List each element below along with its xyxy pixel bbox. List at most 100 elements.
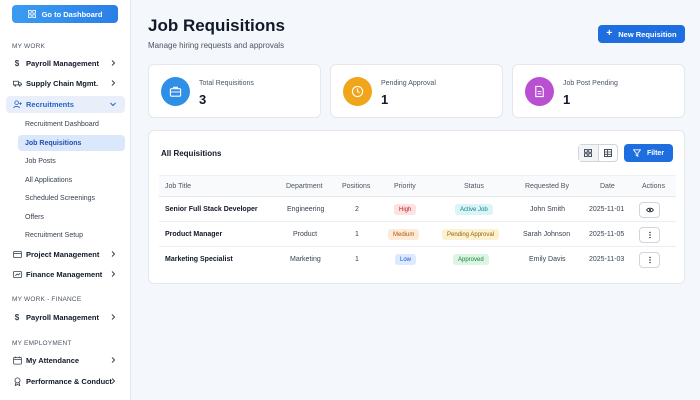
stat-card-total-requisitions: Total Requisitions 3 <box>148 64 321 118</box>
sidebar-subitem-job-posts[interactable]: Job Posts <box>18 153 125 169</box>
table-row: Marketing Specialist Marketing 1 Low App… <box>159 247 676 272</box>
sidebar-item-project-management[interactable]: Project Management <box>6 246 125 263</box>
column-header-date: Date <box>600 183 615 190</box>
new-requisition-button[interactable]: + New Requisition <box>598 25 685 43</box>
stat-value: 3 <box>199 92 207 107</box>
sidebar-item-label: Payroll Management <box>26 59 99 68</box>
plus-icon: + <box>606 28 613 39</box>
table-row: Product Manager Product 1 Medium Pending… <box>159 222 676 247</box>
chevron-right-icon <box>111 271 116 277</box>
priority-badge: High <box>394 204 417 215</box>
column-header-actions: Actions <box>642 183 665 190</box>
sidebar-item-label: Recruitments <box>26 100 74 109</box>
requisitions-table-card: All Requisitions Filter Job Title Depart… <box>148 130 685 284</box>
go-to-dashboard-label: Go to Dashboard <box>41 9 103 19</box>
sidebar-subitem-offers[interactable]: Offers <box>18 209 125 225</box>
more-actions-button[interactable] <box>639 227 660 243</box>
priority-badge: Low <box>395 254 417 265</box>
sidebar-subitem-job-requisitions[interactable]: Job Requisitions <box>18 135 125 151</box>
more-vertical-icon <box>648 256 651 264</box>
new-requisition-label: New Requisition <box>618 29 677 39</box>
chevron-down-icon <box>110 102 116 107</box>
column-header-status: Status <box>464 183 484 190</box>
requested-by-cell: Emily Davis <box>529 256 566 263</box>
requested-by-cell: John Smith <box>530 206 566 213</box>
more-vertical-icon <box>648 231 651 239</box>
chevron-right-icon <box>111 80 116 86</box>
sidebar-item-label: My Attendance <box>26 356 80 365</box>
table-row: Senior Full Stack Developer Engineering … <box>159 197 676 222</box>
column-header-priority: Priority <box>394 183 416 190</box>
sidebar-subitem-scheduled-screenings[interactable]: Scheduled Screenings <box>18 190 125 206</box>
stat-value: 1 <box>563 92 571 107</box>
sidebar-item-supply-chain[interactable]: Supply Chain Mgmt. <box>6 75 125 92</box>
sidebar-item-recruitments[interactable]: Recruitments <box>6 96 125 113</box>
requested-by-cell: Sarah Johnson <box>523 231 571 238</box>
date-cell: 2025-11-03 <box>589 256 625 263</box>
view-toggle <box>578 144 618 162</box>
status-badge: Approved <box>453 254 489 265</box>
sidebar-item-performance[interactable]: Performance & Conduct <box>6 373 125 390</box>
sidebar-item-finance-management[interactable]: Finance Management <box>6 266 125 283</box>
grid-icon <box>27 10 36 18</box>
award-icon <box>12 377 22 387</box>
sidebar-subitem-recruitment-dashboard[interactable]: Recruitment Dashboard <box>18 116 125 132</box>
filter-icon <box>632 149 641 157</box>
document-icon <box>525 77 554 106</box>
chevron-right-icon <box>111 314 116 320</box>
job-title-cell: Senior Full Stack Developer <box>165 206 258 213</box>
job-title-cell: Product Manager <box>165 231 223 238</box>
go-to-dashboard-button[interactable]: Go to Dashboard <box>12 5 118 23</box>
page-title: Job Requisitions <box>148 16 285 35</box>
column-header-job-title: Job Title <box>165 183 192 190</box>
filter-button[interactable]: Filter <box>624 144 673 162</box>
sidebar-subitem-recruitment-setup[interactable]: Recruitment Setup <box>18 227 125 243</box>
status-badge: Pending Approval <box>442 229 500 240</box>
chevron-right-icon <box>111 251 116 257</box>
sidebar-item-payroll-finance[interactable]: $ Payroll Management <box>6 309 125 326</box>
status-badge: Active Job <box>455 204 493 215</box>
table-view-button[interactable] <box>599 145 618 161</box>
date-cell: 2025-11-01 <box>589 206 625 213</box>
truck-icon <box>12 79 22 89</box>
more-actions-button[interactable] <box>639 252 660 268</box>
grid-icon <box>584 149 593 157</box>
dollar-icon: $ <box>14 313 20 322</box>
stat-value: 1 <box>381 92 389 107</box>
sidebar-item-label: Project Management <box>26 250 100 259</box>
sidebar-item-attendance[interactable]: My Attendance <box>6 352 125 369</box>
sidebar-item-label: Performance & Conduct <box>26 377 112 386</box>
page-subtitle: Manage hiring requests and approvals <box>148 41 285 50</box>
job-title-cell: Marketing Specialist <box>165 256 233 263</box>
chevron-right-icon <box>111 60 116 66</box>
sidebar-item-label: Payroll Management <box>26 313 99 322</box>
chevron-right-icon <box>111 378 116 384</box>
stat-card-job-post-pending: Job Post Pending 1 <box>512 64 685 118</box>
table-title: All Requisitions <box>161 149 222 158</box>
sidebar-subitem-all-applications[interactable]: All Applications <box>18 172 125 188</box>
filter-label: Filter <box>646 149 665 157</box>
section-label-my-work: MY WORK <box>12 43 46 50</box>
section-label-my-work-finance: MY WORK - FINANCE <box>12 296 82 303</box>
department-cell: Marketing <box>290 256 321 263</box>
table-icon <box>603 149 612 157</box>
view-button[interactable] <box>639 202 660 218</box>
sidebar-item-label: Supply Chain Mgmt. <box>26 79 99 88</box>
sidebar-item-label: Finance Management <box>26 270 103 279</box>
sidebar-item-payroll[interactable]: $ Payroll Management <box>6 55 125 72</box>
grid-view-button[interactable] <box>579 145 599 161</box>
stat-card-pending-approval: Pending Approval 1 <box>330 64 503 118</box>
department-cell: Engineering <box>287 206 325 213</box>
user-plus-icon <box>12 100 22 110</box>
chevron-right-icon <box>111 357 116 363</box>
folder-icon <box>12 250 22 260</box>
section-label-my-employment: MY EMPLOYMENT <box>12 340 72 347</box>
clock-icon <box>343 77 372 106</box>
sidebar: Go to Dashboard MY WORK $ Payroll Manage… <box>0 0 131 400</box>
stat-label: Total Requisitions <box>199 80 254 87</box>
column-header-positions: Positions <box>342 183 371 190</box>
column-header-department: Department <box>286 183 323 190</box>
calendar-icon <box>12 356 22 366</box>
positions-cell: 1 <box>355 231 359 238</box>
table-header: Job Title Department Positions Priority … <box>159 175 676 197</box>
